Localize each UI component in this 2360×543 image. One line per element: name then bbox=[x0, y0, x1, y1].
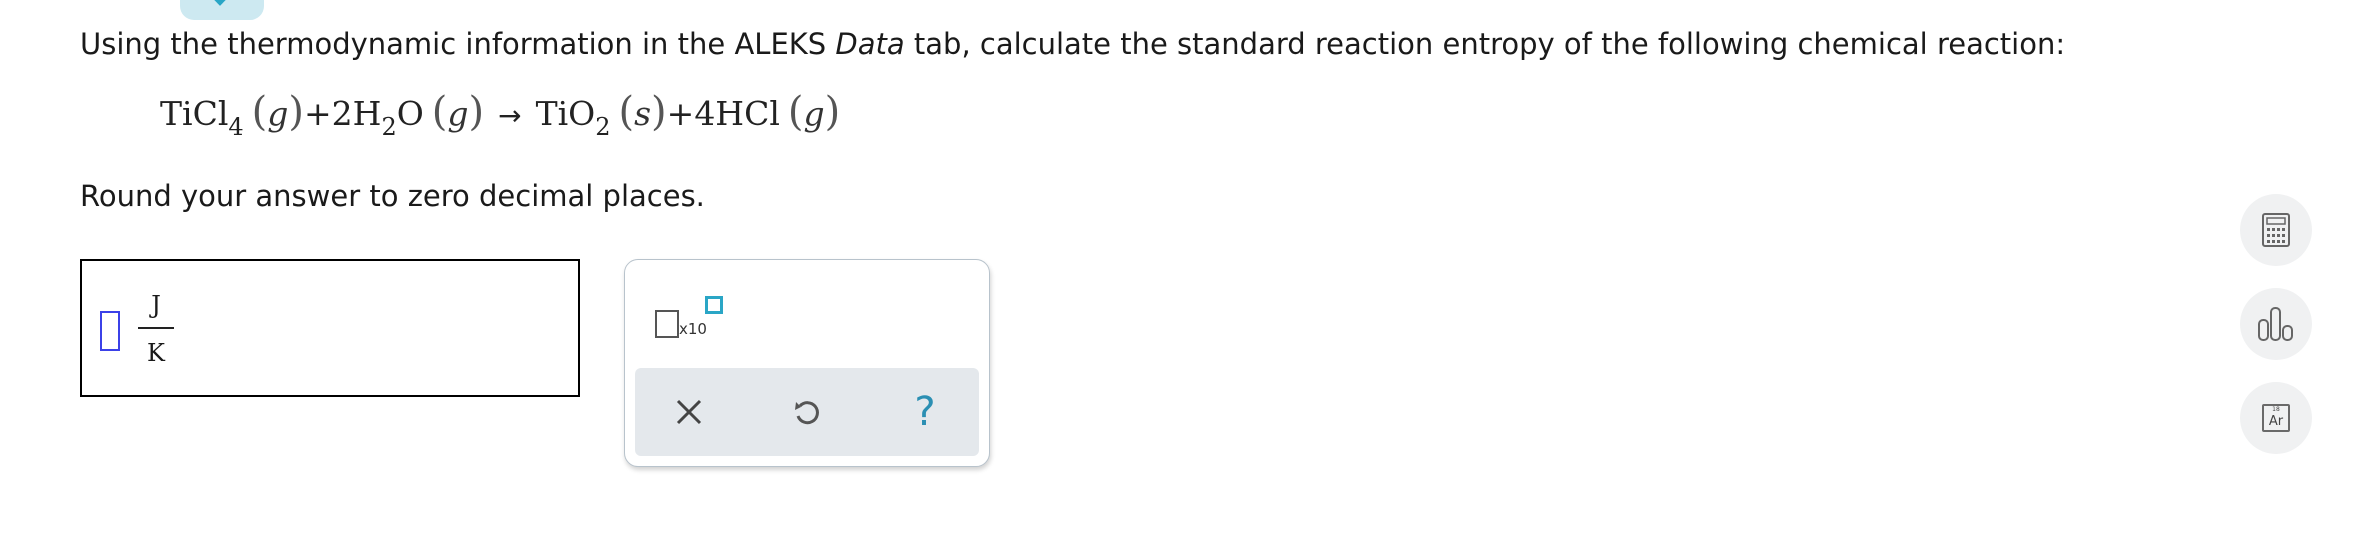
reactant-h2o: 2H bbox=[331, 94, 382, 133]
question-mark-icon: ? bbox=[914, 389, 936, 435]
help-button[interactable]: ? bbox=[895, 382, 955, 442]
product-hcl: 4HCl bbox=[694, 94, 780, 133]
answer-area: J K bbox=[80, 259, 580, 397]
answer-input[interactable] bbox=[100, 311, 120, 351]
product-tio2: TiO bbox=[535, 94, 596, 133]
exponent-placeholder-icon bbox=[705, 296, 723, 314]
phase-label: g bbox=[447, 94, 469, 133]
scientific-notation-button[interactable]: x10 bbox=[655, 292, 735, 342]
x-icon bbox=[676, 399, 702, 425]
unit-fraction: J K bbox=[138, 291, 174, 367]
fraction-bar bbox=[138, 327, 174, 329]
subscript: 2 bbox=[381, 113, 397, 141]
unit-denominator: K bbox=[147, 339, 165, 367]
chevron-down-icon bbox=[207, 0, 233, 6]
question-text: Using the thermodynamic information in t… bbox=[80, 26, 2065, 62]
x10-label: x10 bbox=[679, 320, 707, 338]
question-text-start: Using the thermodynamic information in t… bbox=[80, 27, 836, 61]
question-text-end: tab, calculate the standard reaction ent… bbox=[904, 27, 2066, 61]
answer-keypad: x10 ? bbox=[624, 259, 990, 467]
undo-icon bbox=[795, 401, 819, 425]
phase-label: g bbox=[267, 94, 289, 133]
data-tab-reference: Data bbox=[835, 27, 905, 61]
phase-label: s bbox=[634, 94, 652, 133]
clear-button[interactable] bbox=[659, 382, 719, 442]
base-placeholder-icon bbox=[655, 310, 679, 338]
plus-sign: + bbox=[304, 94, 332, 133]
rounding-instruction: Round your answer to zero decimal places… bbox=[80, 179, 705, 213]
collapse-tab[interactable] bbox=[180, 0, 264, 20]
calculator-button[interactable] bbox=[2240, 194, 2312, 266]
bar-chart-icon bbox=[2258, 307, 2293, 341]
unit-numerator: J bbox=[151, 291, 161, 319]
element-symbol: Ar bbox=[2268, 414, 2284, 429]
subscript: 2 bbox=[595, 113, 611, 141]
periodic-table-button[interactable]: 18 Ar bbox=[2240, 382, 2312, 454]
chemical-equation: TiCl4 (g)+2H2O (g) → TiO2 (s)+4HCl (g) bbox=[160, 89, 841, 141]
keypad-action-bar: ? bbox=[635, 368, 979, 456]
phase-label: g bbox=[803, 94, 825, 133]
periodic-table-icon: 18 Ar bbox=[2262, 404, 2290, 432]
reactant-ticl4: TiCl bbox=[160, 94, 229, 133]
reaction-arrow-icon: → bbox=[498, 99, 522, 132]
atomic-number: 18 bbox=[2272, 406, 2280, 413]
undo-button[interactable] bbox=[777, 382, 837, 442]
subscript: 4 bbox=[228, 113, 244, 141]
data-chart-button[interactable] bbox=[2240, 288, 2312, 360]
plus-sign: + bbox=[666, 94, 695, 133]
calculator-icon bbox=[2262, 213, 2290, 247]
